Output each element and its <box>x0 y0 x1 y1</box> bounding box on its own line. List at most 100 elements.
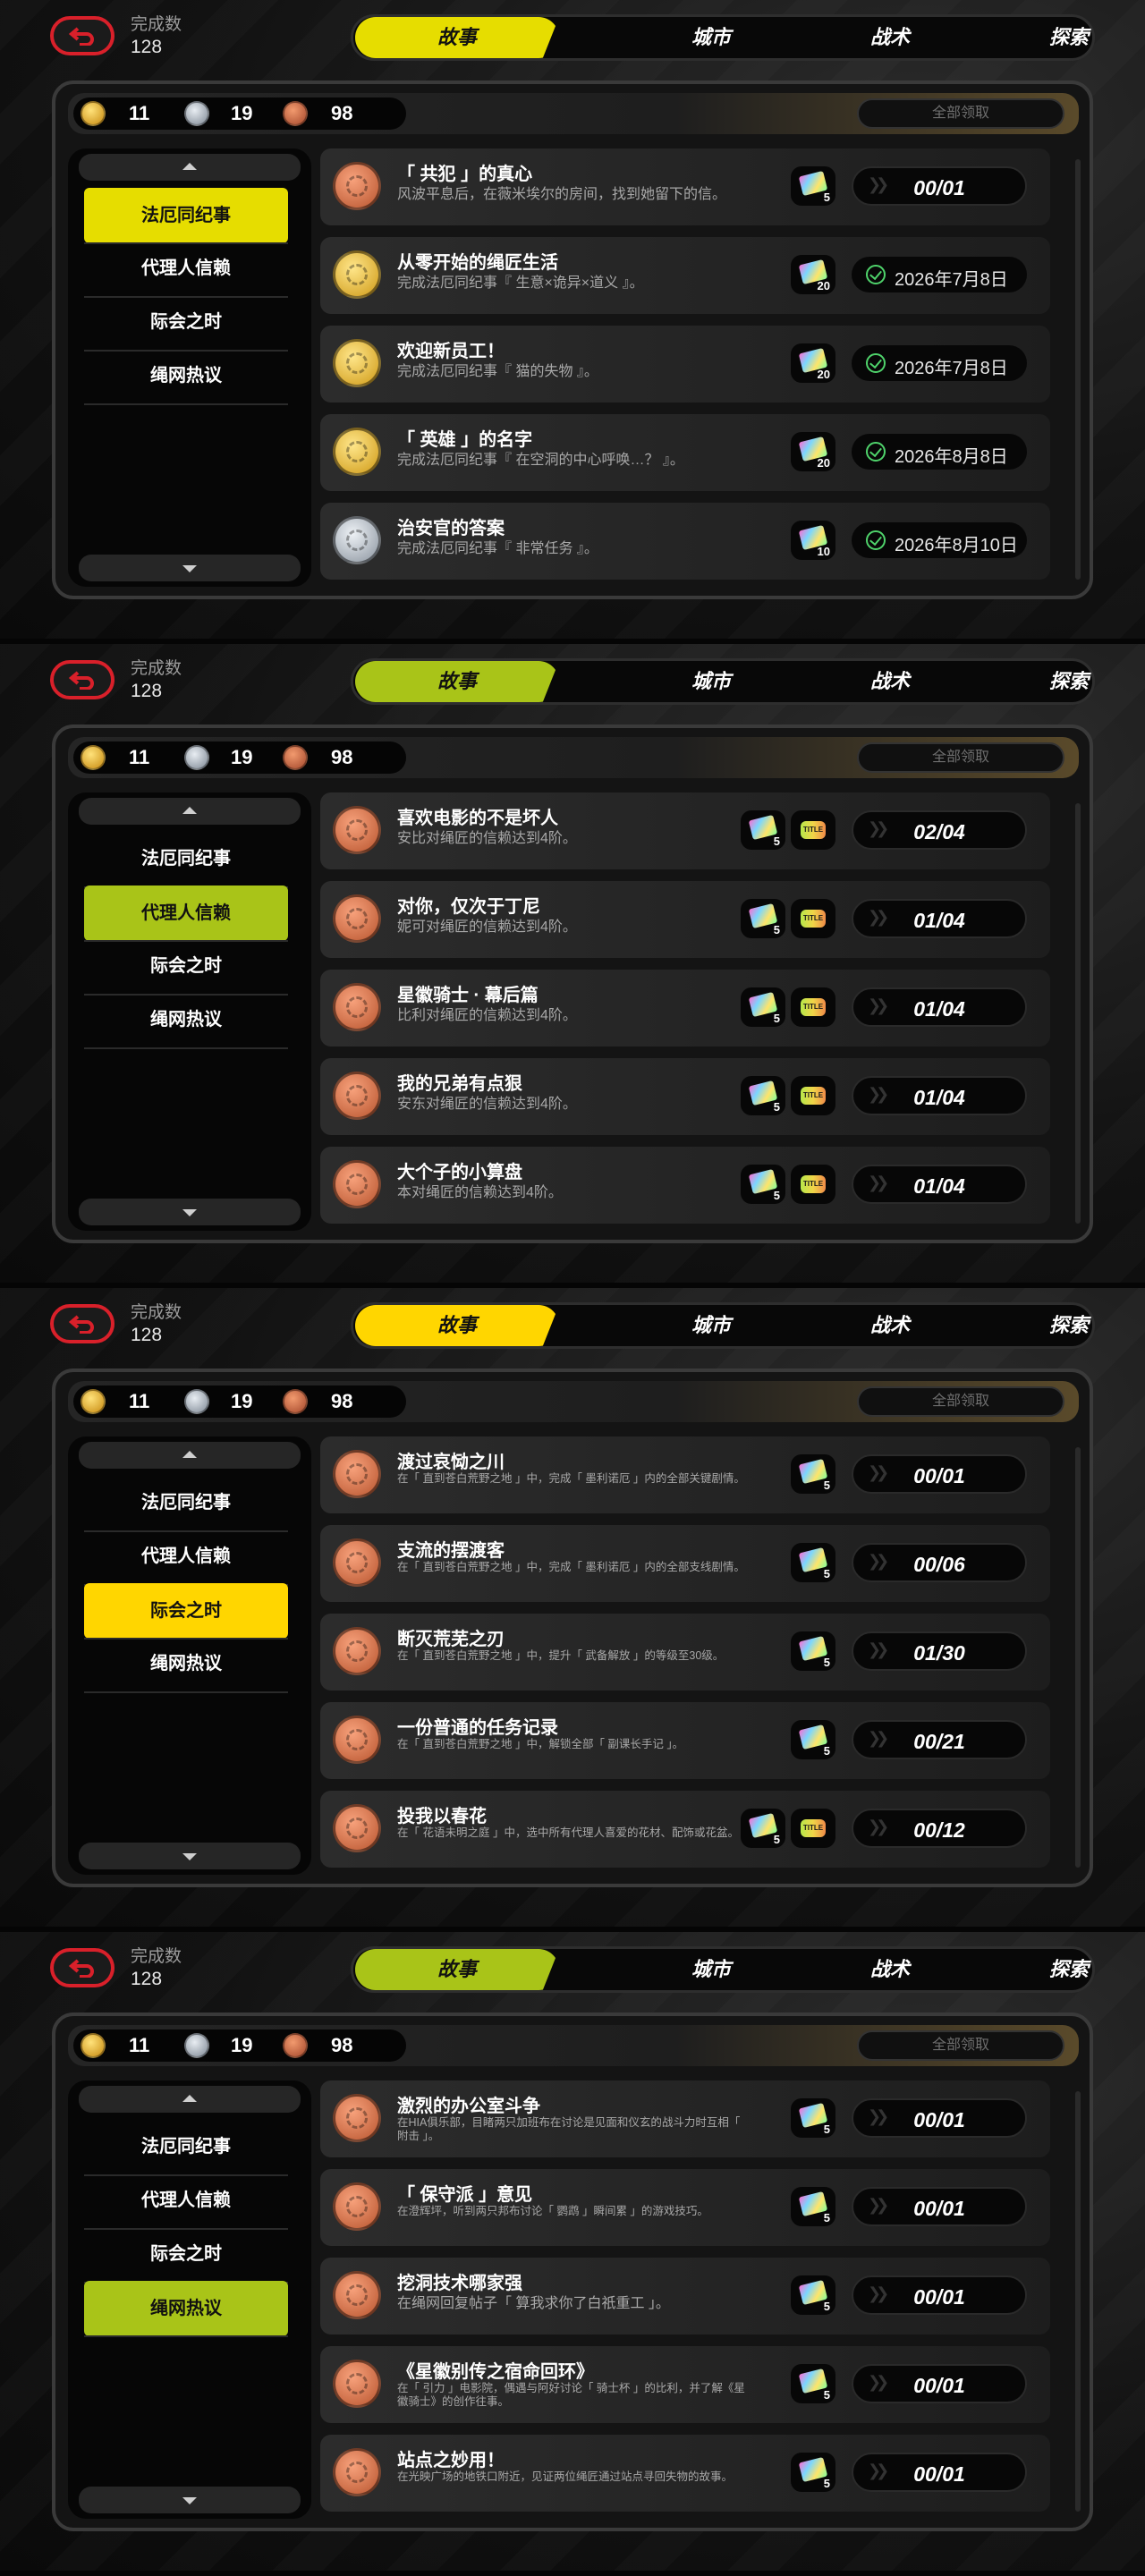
tab-3[interactable]: 探索 <box>980 1305 1145 1346</box>
achievement-row[interactable]: 支流的摆渡客 在「 直到苍白荒野之地 」中，完成「 墨利诺厄 」内的全部支线剧情。… <box>320 1525 1050 1602</box>
title-reward[interactable]: TITLE <box>791 987 835 1027</box>
achievement-row[interactable]: 「 共犯 」的真心 风波平息后，在薇米埃尔的房间，找到她留下的信。 5 ❯❯ 00/01 <box>320 148 1050 225</box>
back-button[interactable] <box>50 16 114 55</box>
scroll-up-button[interactable] <box>79 1442 301 1469</box>
scroll-down-button[interactable] <box>79 1843 301 1869</box>
tab-3[interactable]: 探索 <box>980 1949 1145 1990</box>
menu-item-3[interactable]: 绳网热议 <box>84 993 288 1046</box>
tab-0[interactable]: 故事 <box>355 1949 559 1990</box>
menu-item-1[interactable]: 代理人信赖 <box>84 1530 288 1583</box>
polychrome-reward[interactable]: 5 <box>741 1165 785 1204</box>
scroll-down-button[interactable] <box>79 555 301 581</box>
achievement-row[interactable]: 「 保守派 」意见 在澄辉坪，听到两只邦布讨论「 鹦鹉 」瞬间累 」的游戏技巧。 5… <box>320 2169 1050 2246</box>
tab-0[interactable]: 故事 <box>355 661 559 702</box>
menu-item-1[interactable]: 代理人信赖 <box>84 242 288 295</box>
polychrome-reward[interactable]: 5 <box>791 1454 835 1494</box>
tab-1[interactable]: 城市 <box>622 1305 801 1346</box>
scroll-down-button[interactable] <box>79 2487 301 2513</box>
polychrome-reward[interactable]: 20 <box>791 255 835 294</box>
scroll-up-button[interactable] <box>79 798 301 825</box>
list-scrollbar[interactable] <box>1075 159 1081 580</box>
polychrome-reward[interactable]: 5 <box>741 1076 785 1115</box>
tab-0[interactable]: 故事 <box>355 1305 559 1346</box>
title-reward[interactable]: TITLE <box>791 1809 835 1848</box>
achievement-row[interactable]: 对你，仅次于丁尼 妮可对绳匠的信赖达到4阶。 5 TITLE ❯❯ 01/04 <box>320 881 1050 958</box>
achievement-row[interactable]: 我的兄弟有点狠 安东对绳匠的信赖达到4阶。 5 TITLE ❯❯ 01/04 <box>320 1058 1050 1135</box>
polychrome-reward[interactable]: 5 <box>741 810 785 850</box>
menu-item-2[interactable]: 际会之时 <box>84 295 288 349</box>
polychrome-reward[interactable]: 20 <box>791 343 835 383</box>
tab-1[interactable]: 城市 <box>622 661 801 702</box>
tab-0[interactable]: 故事 <box>355 17 559 58</box>
menu-item-2[interactable]: 际会之时 <box>84 2227 288 2281</box>
title-reward[interactable]: TITLE <box>791 1165 835 1204</box>
achievement-row[interactable]: 《星徽别传之宿命回环》 在「 引力 」电影院，偶遇与阿好讨论「 骑士杯 」的比利，… <box>320 2346 1050 2423</box>
menu-item-0[interactable]: 法厄同纪事 <box>84 832 288 886</box>
polychrome-reward[interactable]: 5 <box>791 166 835 206</box>
polychrome-reward[interactable]: 5 <box>791 1631 835 1671</box>
claim-all-button[interactable]: 全部领取 <box>857 2030 1064 2061</box>
menu-item-2[interactable]: 际会之时 <box>84 939 288 993</box>
list-scrollbar[interactable] <box>1075 803 1081 1224</box>
achievement-row[interactable]: 站点之妙用！ 在光映广场的地铁口附近，见证两位绳匠通过站点寻回失物的故事。 5 ❯❯ 0… <box>320 2435 1050 2512</box>
claim-all-button[interactable]: 全部领取 <box>857 742 1064 773</box>
polychrome-reward[interactable]: 5 <box>791 1720 835 1759</box>
tab-2[interactable]: 战术 <box>801 661 980 702</box>
polychrome-reward[interactable]: 5 <box>741 987 785 1027</box>
menu-item-1[interactable]: 代理人信赖 <box>84 886 288 941</box>
scroll-up-button[interactable] <box>79 2086 301 2113</box>
menu-item-0[interactable]: 法厄同纪事 <box>84 1476 288 1530</box>
polychrome-reward[interactable]: 5 <box>741 899 785 938</box>
menu-item-3[interactable]: 绳网热议 <box>84 2281 288 2336</box>
achievement-row[interactable]: 挖洞技术哪家强 在绳网回复帖子「 算我求你了白祇重工 」。 5 ❯❯ 00/01 <box>320 2258 1050 2334</box>
tab-1[interactable]: 城市 <box>622 1949 801 1990</box>
achievement-row[interactable]: 断灭荒芜之刃 在「 直到苍白荒野之地 」中，提升「 武备解放 」的等级至30级。 5… <box>320 1614 1050 1690</box>
achievement-row[interactable]: 喜欢电影的不是坏人 安比对绳匠的信赖达到4阶。 5 TITLE ❯❯ 02/04 <box>320 792 1050 869</box>
polychrome-reward[interactable]: 5 <box>791 2187 835 2226</box>
achievement-row[interactable]: 星徽骑士 · 幕后篇 比利对绳匠的信赖达到4阶。 5 TITLE ❯❯ 01/04 <box>320 970 1050 1046</box>
achievement-row[interactable]: 激烈的办公室斗争 在HIA俱乐部，目睹两只加班布在讨论是见面和仪玄的战斗力时互相「… <box>320 2080 1050 2157</box>
back-button[interactable] <box>50 1304 114 1343</box>
tab-2[interactable]: 战术 <box>801 17 980 58</box>
tab-1[interactable]: 城市 <box>622 17 801 58</box>
back-button[interactable] <box>50 1948 114 1987</box>
scroll-down-button[interactable] <box>79 1199 301 1225</box>
achievement-row[interactable]: 大个子的小算盘 本对绳匠的信赖达到4阶。 5 TITLE ❯❯ 01/04 <box>320 1147 1050 1224</box>
menu-item-0[interactable]: 法厄同纪事 <box>84 188 288 243</box>
achievement-row[interactable]: 治安官的答案 完成法厄同纪事『 非常任务 』。 10 2026年8月10日 <box>320 503 1050 580</box>
polychrome-reward[interactable]: 10 <box>791 521 835 560</box>
gold-medal-icon <box>333 250 381 299</box>
achievement-row[interactable]: 从零开始的绳匠生活 完成法厄同纪事『 生意×诡异×道义 』。 20 2026年7月8日 <box>320 237 1050 314</box>
list-scrollbar[interactable] <box>1075 2091 1081 2512</box>
title-reward[interactable]: TITLE <box>791 810 835 850</box>
polychrome-reward[interactable]: 5 <box>791 2275 835 2315</box>
tab-3[interactable]: 探索 <box>980 661 1145 702</box>
tab-3[interactable]: 探索 <box>980 17 1145 58</box>
menu-item-1[interactable]: 代理人信赖 <box>84 2174 288 2227</box>
polychrome-reward[interactable]: 5 <box>791 2364 835 2403</box>
claim-all-button[interactable]: 全部领取 <box>857 1386 1064 1417</box>
title-reward[interactable]: TITLE <box>791 1076 835 1115</box>
achievement-row[interactable]: 渡过哀恸之川 在「 直到苍白荒野之地 」中，完成「 墨利诺厄 」内的全部关键剧情。… <box>320 1436 1050 1513</box>
achievement-row[interactable]: 投我以春花 在「 花语未明之庭 」中，选中所有代理人喜爱的花材、配饰或花盆。 5 TI… <box>320 1791 1050 1868</box>
achievement-row[interactable]: 「 英雄 」的名字 完成法厄同纪事『 在空洞的中心呼唤…？ 』。 20 2026年8月… <box>320 414 1050 491</box>
menu-item-2[interactable]: 际会之时 <box>84 1583 288 1639</box>
back-button[interactable] <box>50 660 114 699</box>
polychrome-reward[interactable]: 5 <box>791 1543 835 1582</box>
claim-all-button[interactable]: 全部领取 <box>857 98 1064 129</box>
menu-item-3[interactable]: 绳网热议 <box>84 349 288 402</box>
polychrome-reward[interactable]: 5 <box>791 2098 835 2138</box>
menu-item-0[interactable]: 法厄同纪事 <box>84 2120 288 2174</box>
title-reward[interactable]: TITLE <box>791 899 835 938</box>
tab-2[interactable]: 战术 <box>801 1305 980 1346</box>
polychrome-reward[interactable]: 5 <box>741 1809 785 1848</box>
polychrome-reward[interactable]: 20 <box>791 432 835 471</box>
menu-item-3[interactable]: 绳网热议 <box>84 1637 288 1690</box>
tab-2[interactable]: 战术 <box>801 1949 980 1990</box>
achievement-row[interactable]: 一份普通的任务记录 在「 直到苍白荒野之地 」中，解锁全部「 副课长手记 」。 5 ❯… <box>320 1702 1050 1779</box>
scroll-up-button[interactable] <box>79 154 301 181</box>
completion-date: 2026年7月8日 <box>852 257 1027 292</box>
achievement-row[interactable]: 欢迎新员工！ 完成法厄同纪事『 猫的失物 』。 20 2026年7月8日 <box>320 326 1050 402</box>
list-scrollbar[interactable] <box>1075 1447 1081 1868</box>
polychrome-reward[interactable]: 5 <box>791 2453 835 2492</box>
